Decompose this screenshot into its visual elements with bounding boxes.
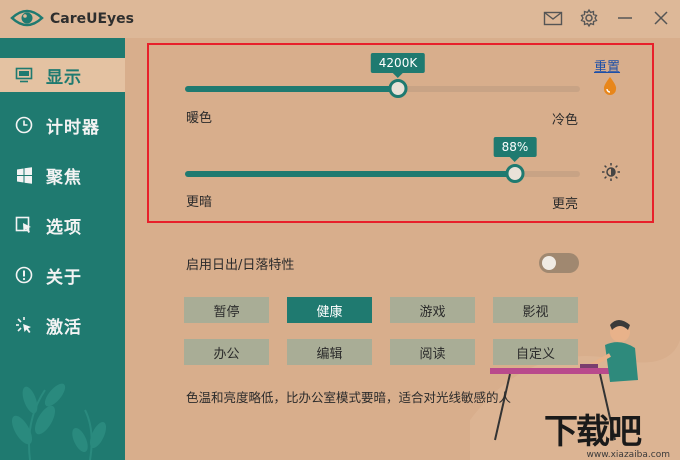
sidebar-item-about[interactable]: 关于 [0, 258, 125, 292]
info-icon [15, 266, 33, 284]
toggle-knob [542, 256, 556, 270]
sun-icon [601, 162, 621, 186]
mode-button-office[interactable]: 办公 [184, 339, 269, 365]
sidebar-item-timer[interactable]: 计时器 [0, 108, 125, 142]
sidebar-item-label: 聚焦 [46, 167, 82, 188]
leaves-decoration [11, 383, 107, 460]
brighter-label: 更亮 [552, 197, 579, 212]
brightness-value-badge: 88% [493, 137, 537, 162]
close-icon[interactable] [650, 7, 672, 29]
sidebar-item-label: 激活 [46, 317, 82, 338]
mail-icon[interactable] [542, 7, 564, 29]
cool-label: 冷色 [552, 113, 579, 128]
gear-icon[interactable] [578, 7, 600, 29]
mode-button-health[interactable]: 健康 [287, 297, 372, 323]
minimize-icon[interactable] [614, 7, 636, 29]
drop-icon [602, 76, 618, 100]
sidebar-item-label: 关于 [46, 267, 82, 288]
title-bar: CareUEyes [0, 0, 680, 38]
sunrise-sunset-toggle[interactable] [539, 253, 579, 273]
sparkle-icon [15, 316, 33, 334]
sidebar-item-options[interactable]: 选项 [0, 208, 125, 242]
mode-button-edit[interactable]: 编辑 [287, 339, 372, 365]
watermark-logo: 下载吧 [544, 412, 642, 452]
sidebar-item-label: 显示 [46, 67, 82, 88]
windows-icon [15, 166, 33, 184]
color-temp-value-badge: 4200K [370, 53, 426, 78]
sidebar-item-display[interactable]: 显示 [0, 58, 125, 92]
app-title: CareUEyes [50, 11, 135, 27]
slider-fill [185, 171, 515, 177]
color-temp-slider[interactable] [185, 77, 580, 101]
warm-label: 暖色 [186, 111, 213, 126]
mode-button-pause[interactable]: 暂停 [184, 297, 269, 323]
mode-button-custom[interactable]: 自定义 [493, 339, 578, 365]
mode-description: 色温和亮度略低，比办公室模式要暗，适合对光线敏感的人 [186, 390, 512, 405]
mode-button-read[interactable]: 阅读 [390, 339, 475, 365]
slider-thumb[interactable] [388, 79, 408, 98]
eye-logo-icon [10, 9, 44, 27]
cursor-icon [15, 216, 33, 234]
sidebar-item-label: 选项 [46, 217, 82, 238]
app-window: CareUEyes 显示 计时器 聚焦 选项 关于 激活 重置 4200K 暖色… [0, 0, 680, 460]
monitor-icon [15, 66, 33, 84]
sidebar-item-label: 计时器 [46, 117, 100, 138]
sunrise-sunset-label: 启用日出/日落特性 [186, 258, 295, 273]
watermark-url: www.xiazaiba.com [586, 450, 670, 460]
slider-fill [185, 86, 398, 92]
reset-link[interactable]: 重置 [594, 56, 620, 75]
brightness-slider[interactable] [185, 162, 580, 186]
slider-thumb[interactable] [505, 164, 525, 183]
darker-label: 更暗 [186, 195, 213, 210]
mode-button-movie[interactable]: 影视 [493, 297, 578, 323]
clock-icon [15, 116, 33, 134]
sidebar-item-focus[interactable]: 聚焦 [0, 158, 125, 192]
sidebar-item-activate[interactable]: 激活 [0, 308, 125, 342]
sidebar: 显示 计时器 聚焦 选项 关于 激活 [0, 38, 125, 460]
mode-button-game[interactable]: 游戏 [390, 297, 475, 323]
